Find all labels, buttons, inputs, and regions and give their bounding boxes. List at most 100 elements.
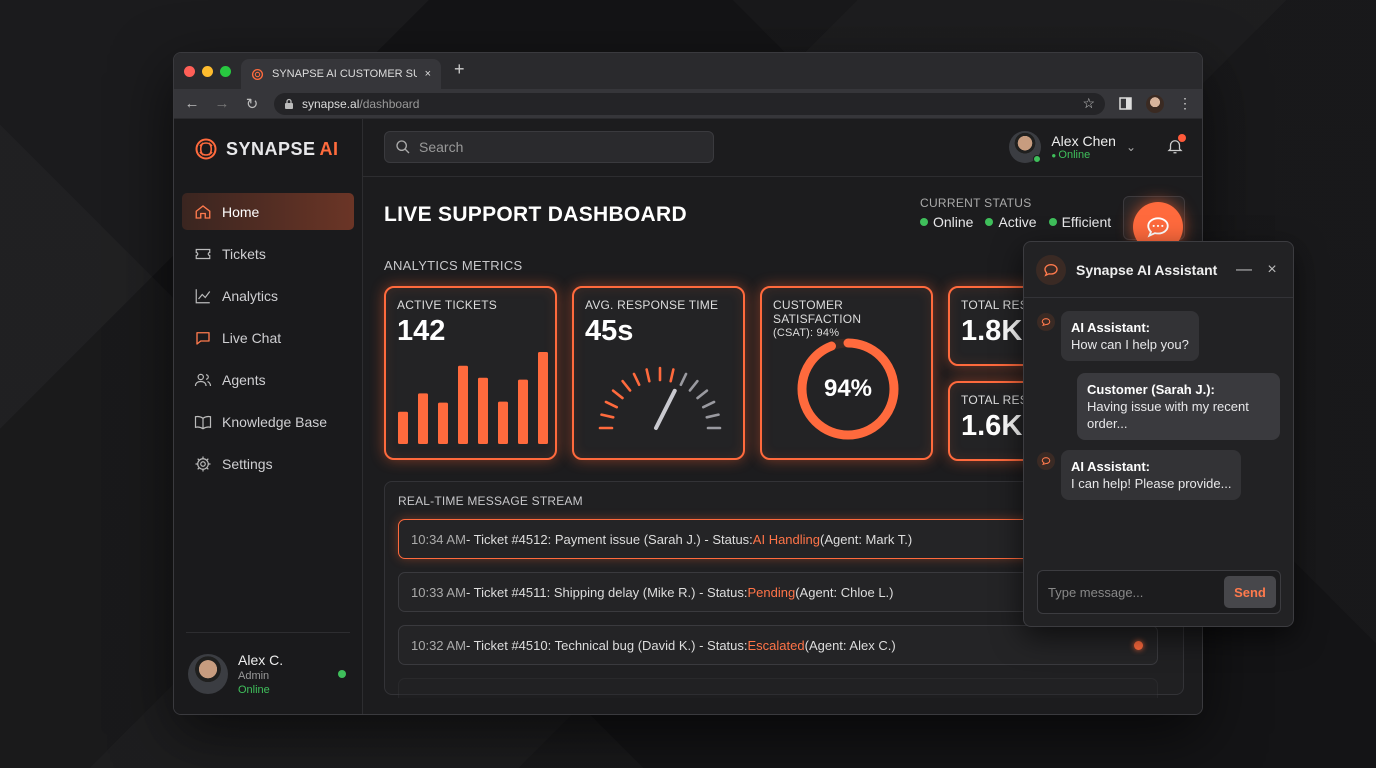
chat-widget: Synapse AI Assistant — × AI Assistant: Ho… [1023,241,1294,627]
status-active: Active [985,214,1037,230]
tab-bar: SYNAPSE AI CUSTOMER SUPPORT × + [174,53,1202,89]
sidebar-item-tickets[interactable]: Tickets [182,235,354,272]
close-window-dot[interactable] [184,66,195,77]
profile-avatar-icon[interactable] [1146,94,1164,113]
online-indicator [1033,155,1042,163]
browser-tab[interactable]: SYNAPSE AI CUSTOMER SUPPORT × [241,59,441,89]
sidebar-user-role: Admin [238,669,270,682]
chat-message-input[interactable]: Type message... Send [1037,570,1281,614]
ticket-bar [438,402,448,444]
metric-value: 45s [585,315,634,347]
metric-label: ACTIVE TICKETS [397,298,497,312]
sidebar-item-analytics[interactable]: Analytics [182,277,354,314]
brand-accent: AI [319,138,339,159]
book-icon [194,413,212,431]
ticket-bar [538,352,548,444]
metric-card-csat[interactable]: CUSTOMER SATISFACTION (CSAT): 94% 94% [760,286,933,460]
gauge-tick [621,379,632,392]
sidebar-item-agents[interactable]: Agents [182,361,354,398]
page-title: LIVE SUPPORT DASHBOARD [384,203,687,226]
close-tab-icon[interactable]: × [425,68,431,80]
sidebar-item-live-chat[interactable]: Live Chat [182,319,354,356]
assistant-avatar-icon [1037,452,1055,470]
brand-name: SYNAPSE [226,138,316,159]
metric-card-active-tickets[interactable]: ACTIVE TICKETS 142 [384,286,557,460]
users-icon [194,371,212,389]
brand-logo[interactable]: SYNAPSE AI [174,119,362,179]
chat-message-assistant: AI Assistant: I can help! Please provide.… [1061,450,1242,500]
notification-bell-icon[interactable] [1166,134,1186,155]
new-tab-button[interactable]: + [454,59,465,80]
url-input[interactable]: synapse.al/dashboard ☆ [274,92,1105,115]
sidebar-user-card[interactable]: Alex C. Admin Online [186,632,350,714]
url-path: /dashboard [359,96,420,111]
notification-badge [1178,134,1186,142]
search-icon [395,139,411,155]
search-placeholder: Search [419,139,464,155]
sidebar-item-label: Home [222,203,260,220]
gauge-tick [701,400,716,409]
gauge-tick [679,372,688,387]
forward-arrow-icon[interactable]: → [214,95,230,112]
csat-center-value: 94% [823,375,873,402]
metric-label: CUSTOMER SATISFACTION [773,298,862,326]
tab-title: SYNAPSE AI CUSTOMER SUPPORT [272,68,417,80]
chat-icon [194,329,212,347]
ticket-bar [398,411,408,444]
sidebar-item-settings[interactable]: Settings [182,445,354,482]
chat-bubble-icon [1145,214,1171,240]
sidebar-item-label: Tickets [222,245,266,262]
gear-icon [194,455,212,473]
metric-card-response-time[interactable]: AVG. RESPONSE TIME 45s [572,286,745,460]
back-arrow-icon[interactable]: ← [184,95,200,112]
current-status: CURRENT STATUS Online Active Efficient [920,196,1111,230]
stream-message-faded [398,678,1158,698]
gauge-tick [604,400,619,409]
search-input[interactable]: Search [384,131,714,163]
reload-icon[interactable]: ↻ [244,95,260,113]
chat-header: Synapse AI Assistant — × [1024,242,1293,298]
chart-icon [194,287,212,305]
sidebar-item-label: Settings [222,455,273,472]
gauge-tick [611,389,624,400]
assistant-avatar-icon [1036,254,1066,285]
metrics-heading: ANALYTICS METRICS [384,258,523,273]
gauge-needle [654,388,677,430]
sidebar-user-name: Alex C. [238,651,284,668]
top-bar: Search Alex Chen ● Online ⌄ [363,119,1202,177]
sidebar-item-home[interactable]: Home [182,193,354,230]
close-icon[interactable]: × [1263,261,1281,279]
unread-dot [1134,640,1143,650]
ticket-bar [458,365,468,444]
url-host: synapse.al [302,96,360,111]
response-gauge [598,366,722,430]
ticket-bar [518,379,528,444]
ticket-bar [498,401,508,444]
chevron-down-icon[interactable]: ⌄ [1126,140,1136,154]
avatar [188,653,228,694]
gauge-tick [705,413,720,419]
gauge-tick [632,372,641,387]
user-menu[interactable]: Alex Chen ● Online ⌄ [1009,131,1136,163]
status-label: CURRENT STATUS [920,196,1032,210]
maximize-window-dot[interactable] [220,66,231,77]
sidebar-item-knowledge-base[interactable]: Knowledge Base [182,403,354,440]
avatar [1009,131,1042,163]
minimize-window-dot[interactable] [202,66,213,77]
minimize-icon[interactable]: — [1235,261,1253,279]
synapse-logo-icon [194,137,218,161]
sidebar-item-label: Live Chat [222,329,282,346]
user-status: ● Online [1051,149,1091,161]
chat-title: Synapse AI Assistant [1076,261,1218,278]
sidebar-user-status: Online [238,683,270,696]
browser-menu-icon[interactable]: ⋮ [1178,95,1192,112]
sidebar-item-label: Agents [222,371,266,388]
send-button[interactable]: Send [1224,576,1276,608]
stream-message[interactable]: 10:32 AM - Ticket #4510: Technical bug (… [398,625,1158,665]
address-bar-row: ← → ↻ synapse.al/dashboard ☆ ⋮ [174,89,1202,119]
gauge-tick [696,389,709,400]
tickets-bar-chart [398,352,548,444]
bookmark-star-icon[interactable]: ☆ [1082,95,1095,112]
synapse-logo-icon [251,68,264,81]
side-panel-icon[interactable] [1119,97,1132,110]
